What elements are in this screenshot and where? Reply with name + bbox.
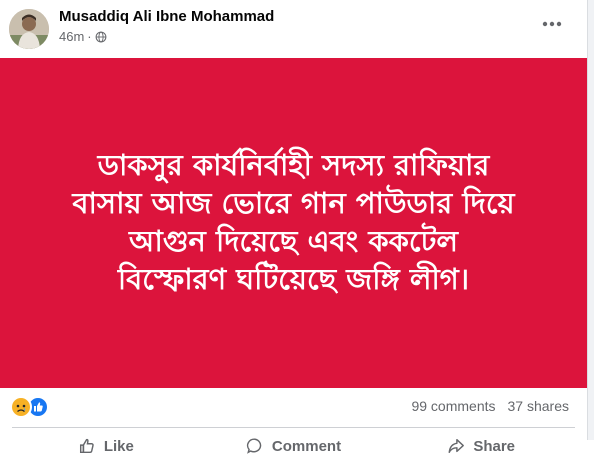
reaction-summary[interactable] bbox=[10, 396, 49, 418]
banner-line: আগুন দিয়েছে এবং ককটেল bbox=[129, 224, 458, 258]
avatar-photo bbox=[9, 9, 49, 49]
post-card: Musaddiq Ali Ibne Mohammad 46m · ডাকসুর … bbox=[0, 0, 587, 455]
comments-count[interactable]: 99 comments bbox=[411, 398, 495, 414]
comment-label: Comment bbox=[271, 437, 342, 455]
post-meta: 46m · bbox=[59, 29, 107, 44]
comment-button[interactable]: Comment bbox=[200, 428, 388, 458]
banner-line: ডাকসুর কার্যনির্বাহী সদস্য রাফিয়ার bbox=[97, 148, 490, 182]
author-avatar[interactable] bbox=[9, 9, 49, 49]
like-label: Like bbox=[103, 437, 134, 455]
share-button[interactable]: Share bbox=[387, 428, 575, 458]
sad-reaction-icon bbox=[10, 396, 32, 418]
banner-line: বিস্ফোরণ ঘটিয়েছে জঙ্গি লীগ। bbox=[117, 262, 470, 296]
text-post-banner[interactable]: ডাকসুর কার্যনির্বাহী সদস্য রাফিয়ার বাসা… bbox=[0, 58, 587, 388]
meta-separator: · bbox=[87, 29, 92, 44]
shares-count[interactable]: 37 shares bbox=[508, 398, 569, 414]
ellipsis-icon bbox=[542, 21, 562, 27]
feed-gutter bbox=[588, 0, 594, 440]
author-name[interactable]: Musaddiq Ali Ibne Mohammad bbox=[59, 8, 274, 25]
engagement-counts: 99 comments 37 shares bbox=[411, 398, 569, 414]
post-actions: Like Comment Share bbox=[12, 428, 575, 458]
more-options-button[interactable] bbox=[537, 12, 567, 36]
globe-icon[interactable] bbox=[95, 31, 107, 43]
banner-text: ডাকসুর কার্যনির্বাহী সদস্য রাফিয়ার বাসা… bbox=[0, 146, 587, 298]
like-button[interactable]: Like bbox=[12, 428, 200, 458]
banner-line: বাসায় আজ ভোরে গান পাউডার দিয়ে bbox=[72, 186, 515, 220]
post-time[interactable]: 46m bbox=[59, 29, 84, 44]
share-label: Share bbox=[473, 437, 516, 455]
